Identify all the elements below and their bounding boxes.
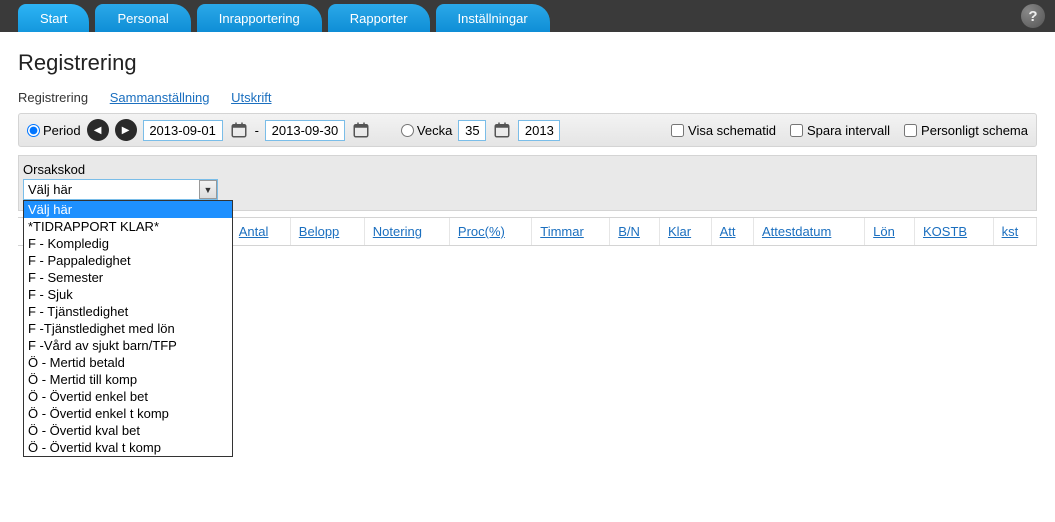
- grid-header[interactable]: Proc(%): [449, 218, 531, 246]
- calendar-from-icon[interactable]: [229, 120, 249, 140]
- vecka-radio[interactable]: [401, 124, 414, 137]
- top-nav: Start Personal Inrapportering Rapporter …: [0, 0, 1055, 32]
- grid-header[interactable]: Klar: [659, 218, 711, 246]
- tab-personal[interactable]: Personal: [95, 4, 190, 32]
- orsakskod-option[interactable]: Ö - Mertid till komp: [24, 371, 232, 388]
- grid-header[interactable]: Belopp: [290, 218, 364, 246]
- orsakskod-option[interactable]: F -Vård av sjukt barn/TFP: [24, 337, 232, 354]
- week-input[interactable]: [458, 120, 486, 141]
- orsakskod-dropdown[interactable]: Välj här*TIDRAPPORT KLAR*F - KompledigF …: [23, 200, 233, 457]
- orsakskod-option[interactable]: Välj här: [24, 201, 232, 218]
- orsakskod-option[interactable]: Ö - Övertid enkel t komp: [24, 405, 232, 422]
- tab-installningar[interactable]: Inställningar: [436, 4, 550, 32]
- orsakskod-option[interactable]: *TIDRAPPORT KLAR*: [24, 218, 232, 235]
- filter-bar: Period ◀ ▶ - Vecka Visa schematid: [18, 113, 1037, 147]
- grid-header[interactable]: Antal: [230, 218, 290, 246]
- grid-header[interactable]: Timmar: [532, 218, 610, 246]
- help-icon[interactable]: ?: [1021, 4, 1045, 28]
- period-label: Period: [43, 123, 81, 138]
- orsakskod-option[interactable]: F -Tjänstledighet med lön: [24, 320, 232, 337]
- orsakskod-option[interactable]: Ö - Övertid kval t komp: [24, 439, 232, 456]
- visa-schematid-checkbox[interactable]: [671, 124, 684, 137]
- date-from-input[interactable]: [143, 120, 223, 141]
- orsakskod-section: Orsakskod ▼ Välj här*TIDRAPPORT KLAR*F -…: [18, 155, 1037, 211]
- page-title: Registrering: [18, 50, 1037, 76]
- grid-header[interactable]: Att: [711, 218, 753, 246]
- date-dash: -: [255, 123, 259, 138]
- orsakskod-label: Orsakskod: [23, 162, 1032, 177]
- personligt-schema-label: Personligt schema: [921, 123, 1028, 138]
- vecka-label: Vecka: [417, 123, 452, 138]
- calendar-week-icon[interactable]: [492, 120, 512, 140]
- grid-header[interactable]: kst: [993, 218, 1036, 246]
- calendar-to-icon[interactable]: [351, 120, 371, 140]
- orsakskod-option[interactable]: F - Kompledig: [24, 235, 232, 252]
- chevron-down-icon: ▼: [204, 185, 213, 195]
- subtab-utskrift[interactable]: Utskrift: [231, 90, 271, 105]
- year-input[interactable]: [518, 120, 560, 141]
- grid-header[interactable]: Attestdatum: [753, 218, 864, 246]
- subtab-row: Registrering Sammanställning Utskrift: [18, 90, 1037, 105]
- date-to-input[interactable]: [265, 120, 345, 141]
- subtab-registrering: Registrering: [18, 90, 88, 105]
- spara-intervall-checkbox[interactable]: [790, 124, 803, 137]
- grid-header[interactable]: Notering: [364, 218, 449, 246]
- grid-header[interactable]: Lön: [865, 218, 915, 246]
- orsakskod-option[interactable]: Ö - Övertid kval bet: [24, 422, 232, 439]
- next-period-button[interactable]: ▶: [115, 119, 137, 141]
- subtab-sammanstallning[interactable]: Sammanställning: [110, 90, 210, 105]
- orsakskod-input[interactable]: [23, 179, 218, 200]
- orsakskod-option[interactable]: F - Sjuk: [24, 286, 232, 303]
- period-radio[interactable]: [27, 124, 40, 137]
- tab-inrapportering[interactable]: Inrapportering: [197, 4, 322, 32]
- prev-period-button[interactable]: ◀: [87, 119, 109, 141]
- spara-intervall-label: Spara intervall: [807, 123, 890, 138]
- orsakskod-option[interactable]: F - Pappaledighet: [24, 252, 232, 269]
- visa-schematid-label: Visa schematid: [688, 123, 776, 138]
- tab-rapporter[interactable]: Rapporter: [328, 4, 430, 32]
- orsakskod-option[interactable]: Ö - Mertid betald: [24, 354, 232, 371]
- orsakskod-option[interactable]: F - Tjänstledighet: [24, 303, 232, 320]
- tab-start[interactable]: Start: [18, 4, 89, 32]
- grid-header[interactable]: KOSTB: [914, 218, 993, 246]
- orsakskod-dropdown-button[interactable]: ▼: [199, 180, 217, 199]
- orsakskod-combo[interactable]: ▼ Välj här*TIDRAPPORT KLAR*F - Kompledig…: [23, 179, 218, 200]
- grid-header[interactable]: B/N: [610, 218, 660, 246]
- orsakskod-option[interactable]: Ö - Övertid enkel bet: [24, 388, 232, 405]
- orsakskod-option[interactable]: F - Semester: [24, 269, 232, 286]
- personligt-schema-checkbox[interactable]: [904, 124, 917, 137]
